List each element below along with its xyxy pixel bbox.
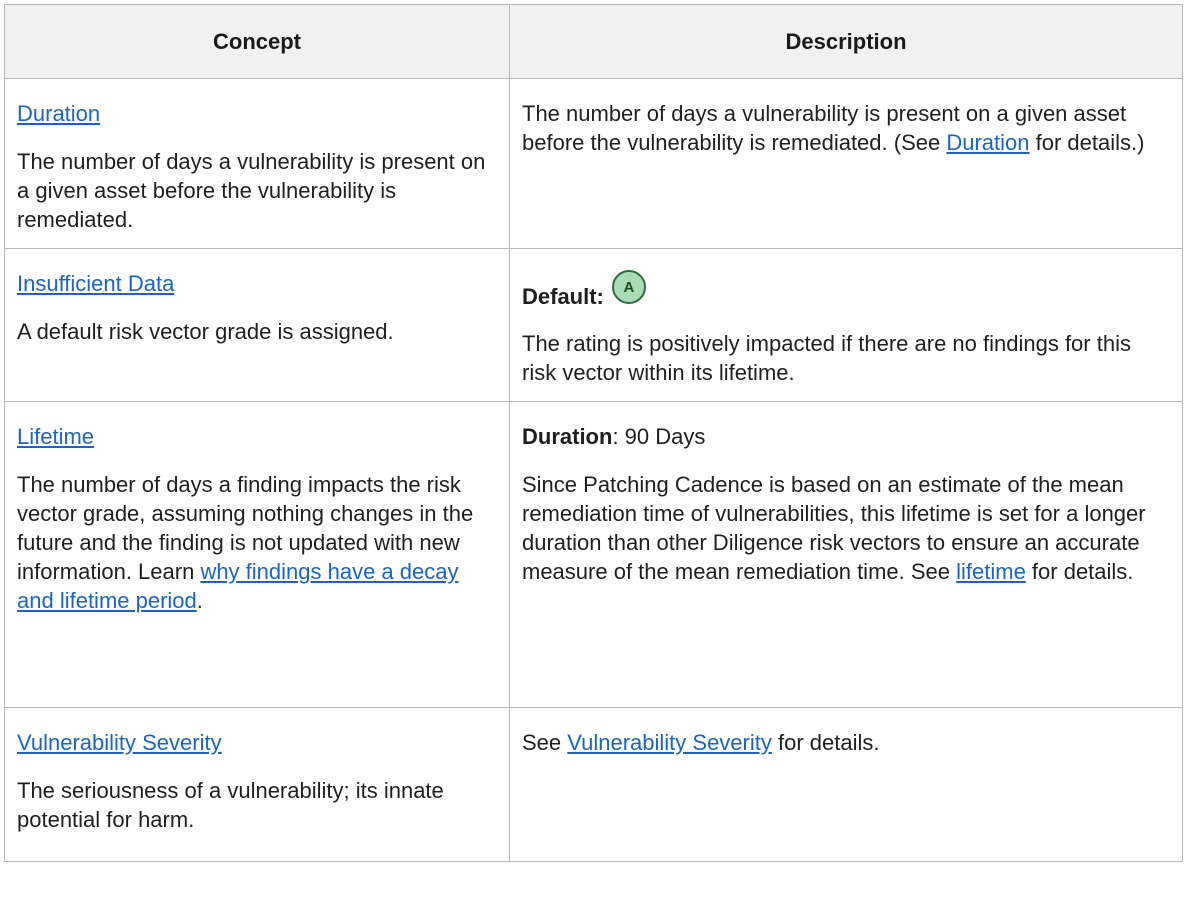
description-text-lifetime: Since Patching Cadence is based on an es… bbox=[522, 470, 1168, 586]
header-concept: Concept bbox=[4, 4, 510, 79]
concept-link-duration[interactable]: Duration bbox=[17, 101, 100, 126]
duration-value: : 90 Days bbox=[612, 424, 706, 449]
concept-text-lifetime: The number of days a finding impacts the… bbox=[17, 470, 495, 615]
concept-link-vulnerability-severity[interactable]: Vulnerability Severity bbox=[17, 730, 222, 755]
duration-label: Duration bbox=[522, 424, 613, 449]
concept-text-duration: The number of days a vulnerability is pr… bbox=[17, 149, 486, 232]
description-cell-vulnerability-severity: See Vulnerability Severity for details. bbox=[509, 707, 1183, 862]
grade-a-badge-icon: A bbox=[611, 270, 646, 304]
default-label: Default: bbox=[522, 283, 604, 309]
lifetime-duration-line: Duration: 90 Days bbox=[522, 422, 1168, 451]
description-text-duration: The number of days a vulnerability is pr… bbox=[522, 99, 1168, 157]
concept-cell-lifetime: Lifetime The number of days a finding im… bbox=[4, 401, 510, 708]
description-cell-duration: The number of days a vulnerability is pr… bbox=[509, 78, 1183, 249]
description-text-duration-after: for details.) bbox=[1029, 130, 1145, 155]
concept-cell-duration: Duration The number of days a vulnerabil… bbox=[4, 78, 510, 249]
description-text-insufficient-data: The rating is positively impacted if the… bbox=[522, 331, 1131, 385]
concept-text-lifetime-after: . bbox=[196, 588, 203, 613]
description-link-duration[interactable]: Duration bbox=[946, 130, 1029, 155]
concept-table: Concept Description Duration The number … bbox=[4, 4, 1183, 862]
description-cell-insufficient-data: Default: A The rating is positively impa… bbox=[509, 248, 1183, 402]
concept-link-insufficient-data[interactable]: Insufficient Data bbox=[17, 271, 174, 296]
table-row-duration: Duration The number of days a vulnerabil… bbox=[4, 78, 1183, 249]
description-link-vulnerability-severity[interactable]: Vulnerability Severity bbox=[567, 730, 772, 755]
table-row-vulnerability-severity: Vulnerability Severity The seriousness o… bbox=[4, 707, 1183, 862]
description-link-lifetime[interactable]: lifetime bbox=[956, 559, 1026, 584]
description-text-vuln-before: See bbox=[522, 730, 568, 755]
table-header-row: Concept Description bbox=[4, 4, 1183, 79]
table-row-lifetime: Lifetime The number of days a finding im… bbox=[4, 401, 1183, 708]
description-cell-lifetime: Duration: 90 Days Since Patching Cadence… bbox=[509, 401, 1183, 708]
concept-link-lifetime[interactable]: Lifetime bbox=[17, 424, 94, 449]
description-text-vuln-after: for details. bbox=[771, 730, 880, 755]
concept-cell-vulnerability-severity: Vulnerability Severity The seriousness o… bbox=[4, 707, 510, 862]
concept-text-insufficient-data: A default risk vector grade is assigned. bbox=[17, 319, 394, 344]
description-text-lifetime-after: for details. bbox=[1025, 559, 1134, 584]
description-text-vulnerability-severity: See Vulnerability Severity for details. bbox=[522, 728, 1168, 757]
concept-cell-insufficient-data: Insufficient Data A default risk vector … bbox=[4, 248, 510, 402]
table-row-insufficient-data: Insufficient Data A default risk vector … bbox=[4, 248, 1183, 402]
concept-text-vulnerability-severity: The seriousness of a vulnerability; its … bbox=[17, 778, 444, 832]
header-description: Description bbox=[509, 4, 1183, 79]
default-grade-line: Default: A bbox=[522, 270, 1168, 313]
